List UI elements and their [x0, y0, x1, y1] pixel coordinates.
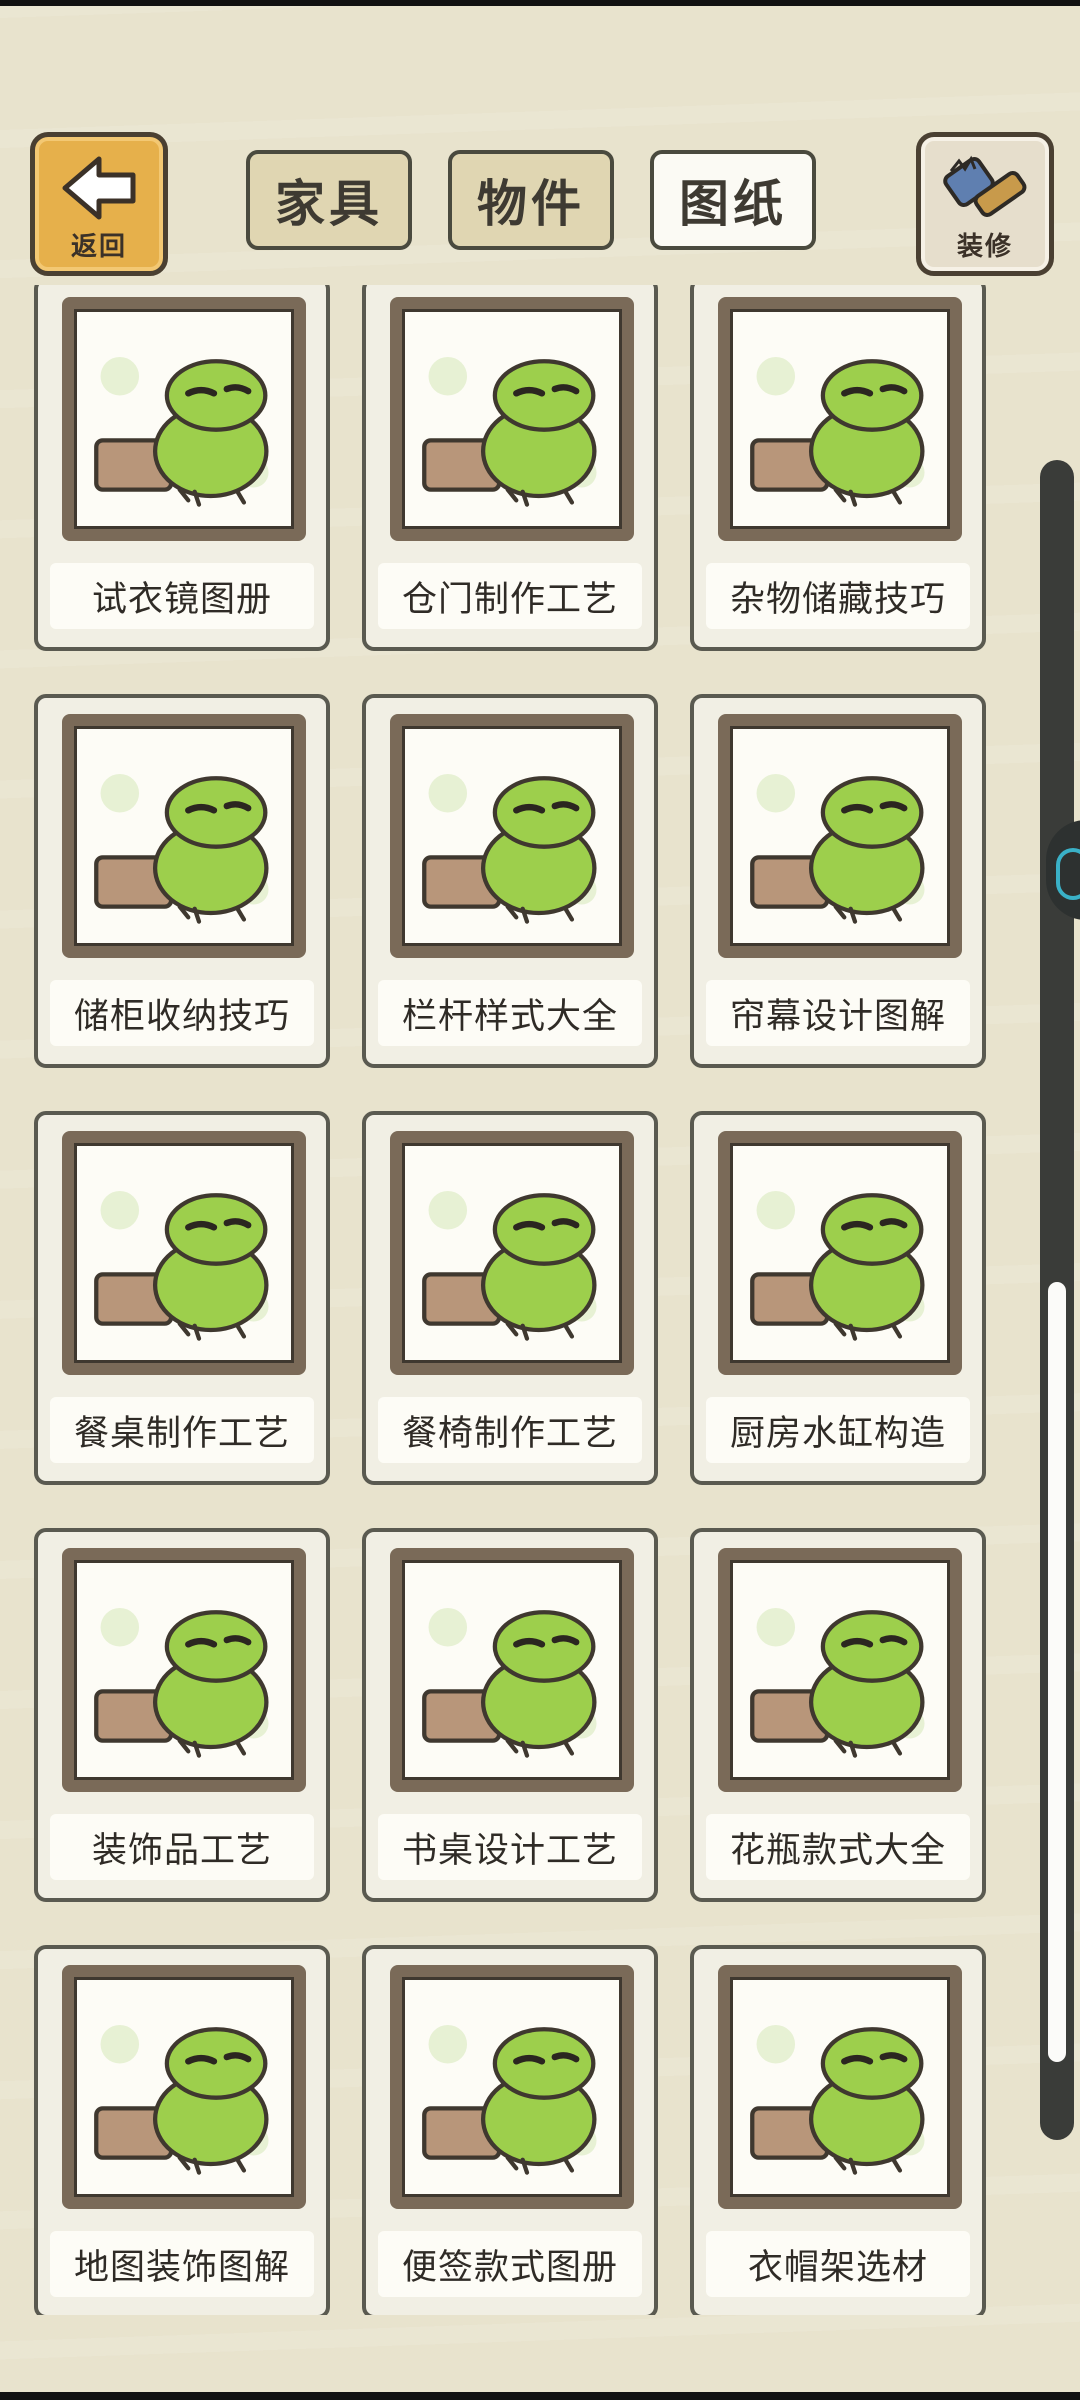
blueprint-card[interactable]: 花瓶款式大全 — [690, 1528, 986, 1902]
blueprint-card[interactable]: 厨房水缸构造 — [690, 1111, 986, 1485]
decorate-label: 装修 — [956, 232, 1013, 262]
scrollbar-thumb[interactable] — [1048, 1282, 1066, 2062]
bottom-edge — [0, 2392, 1080, 2400]
card-title: 书桌设计工艺 — [378, 1814, 642, 1880]
handle-ring-icon — [1056, 848, 1080, 900]
card-frame — [718, 1548, 962, 1792]
card-title: 厨房水缸构造 — [706, 1397, 970, 1463]
back-arrow-icon — [62, 156, 136, 220]
note-icon — [402, 1977, 622, 2197]
curtain-icon — [730, 726, 950, 946]
tab-furniture[interactable]: 家具 — [246, 150, 412, 250]
decorate-button[interactable]: 装修 — [916, 132, 1054, 276]
blueprint-card[interactable]: 栏杆样式大全 — [362, 694, 658, 1068]
card-title: 餐椅制作工艺 — [378, 1397, 642, 1463]
coat-rack-icon — [730, 1977, 950, 2197]
paint-brush-icon — [943, 155, 1027, 217]
mirror-icon — [74, 309, 294, 529]
card-title: 花瓶款式大全 — [706, 1814, 970, 1880]
card-title: 装饰品工艺 — [50, 1814, 314, 1880]
status-bar-edge — [0, 0, 1080, 6]
card-title: 帘幕设计图解 — [706, 980, 970, 1046]
card-frame — [62, 297, 306, 541]
card-frame — [718, 714, 962, 958]
door-icon — [402, 309, 622, 529]
card-title: 衣帽架选材 — [706, 2231, 970, 2297]
blueprint-card[interactable]: 储柜收纳技巧 — [34, 694, 330, 1068]
blueprint-card[interactable]: 试衣镜图册 — [34, 285, 330, 651]
tab-furniture-label: 家具 — [275, 175, 383, 233]
card-frame — [390, 297, 634, 541]
card-frame — [62, 1965, 306, 2209]
blueprint-card[interactable]: 地图装饰图解 — [34, 1945, 330, 2315]
card-frame — [390, 1965, 634, 2209]
card-title: 仓门制作工艺 — [378, 563, 642, 629]
blueprint-card[interactable]: 仓门制作工艺 — [362, 285, 658, 651]
card-title: 栏杆样式大全 — [378, 980, 642, 1046]
card-frame — [390, 714, 634, 958]
blueprint-card[interactable]: 衣帽架选材 — [690, 1945, 986, 2315]
card-frame — [62, 1131, 306, 1375]
card-frame — [390, 1131, 634, 1375]
card-frame — [718, 1965, 962, 2209]
card-frame — [718, 1131, 962, 1375]
card-title: 试衣镜图册 — [50, 563, 314, 629]
blueprint-grid: 试衣镜图册 仓门制作工艺 杂物储藏技巧储柜收纳技巧 栏杆样式大全 帘幕设计图解餐桌制作工… — [0, 285, 1000, 2315]
blueprint-card[interactable]: 餐桌制作工艺 — [34, 1111, 330, 1485]
card-frame — [390, 1548, 634, 1792]
card-title: 便签款式图册 — [378, 2231, 642, 2297]
railing-icon — [402, 726, 622, 946]
card-title: 餐桌制作工艺 — [50, 1397, 314, 1463]
blueprint-card[interactable]: 装饰品工艺 — [34, 1528, 330, 1902]
tab-items-label: 物件 — [477, 175, 585, 233]
ornament-icon — [74, 1560, 294, 1780]
blueprint-card[interactable]: 便签款式图册 — [362, 1945, 658, 2315]
tab-items[interactable]: 物件 — [448, 150, 614, 250]
back-button[interactable]: 返回 — [30, 132, 168, 276]
water-jar-icon — [730, 1143, 950, 1363]
tab-blueprints-label: 图纸 — [679, 175, 787, 233]
card-title: 杂物储藏技巧 — [706, 563, 970, 629]
card-title: 储柜收纳技巧 — [50, 980, 314, 1046]
map-icon — [74, 1977, 294, 2197]
blueprint-card[interactable]: 杂物储藏技巧 — [690, 285, 986, 651]
blueprint-card[interactable]: 帘幕设计图解 — [690, 694, 986, 1068]
tab-blueprints[interactable]: 图纸 — [650, 150, 816, 250]
vase-icon — [730, 1560, 950, 1780]
blueprint-card[interactable]: 餐椅制作工艺 — [362, 1111, 658, 1485]
card-frame — [62, 1548, 306, 1792]
back-label: 返回 — [70, 232, 127, 262]
card-frame — [718, 297, 962, 541]
blueprint-card[interactable]: 书桌设计工艺 — [362, 1528, 658, 1902]
table-icon — [74, 1143, 294, 1363]
storage-icon — [730, 309, 950, 529]
card-frame — [62, 714, 306, 958]
chair-icon — [402, 1143, 622, 1363]
desk-icon — [402, 1560, 622, 1780]
card-title: 地图装饰图解 — [50, 2231, 314, 2297]
cabinet-icon — [74, 726, 294, 946]
